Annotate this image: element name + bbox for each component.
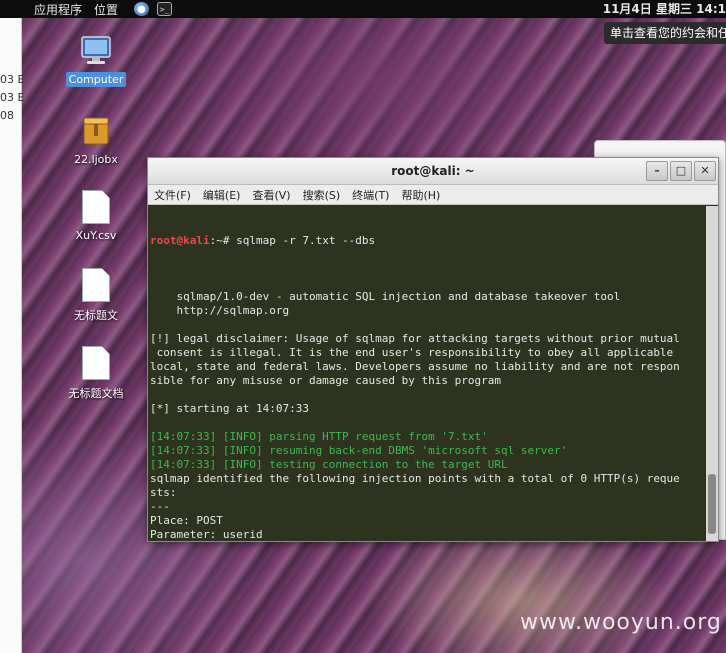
terminal-line: Place: POST: [150, 514, 223, 527]
terminal-line: [14:07:33] [INFO] resuming back-end DBMS…: [150, 444, 568, 457]
prompt-command: :~# sqlmap -r 7.txt --dbs: [209, 234, 376, 247]
archive-file-icon: [83, 117, 109, 145]
desktop-icon-computer[interactable]: Computer: [54, 34, 138, 87]
terminal-line: sible for any misuse or damage caused by…: [150, 374, 501, 387]
document-icon: [82, 268, 110, 302]
desktop-icon-label: 22.ljobx: [74, 153, 118, 166]
list-item: 08: [0, 109, 14, 122]
minimize-button[interactable]: –: [646, 161, 668, 181]
desktop-icon-label: XuY.csv: [75, 229, 117, 242]
maximize-button[interactable]: □: [670, 161, 692, 181]
list-item: 03 E: [0, 91, 25, 104]
desktop-icon-label: Computer: [65, 72, 127, 87]
clock-tooltip: 单击查看您的约会和任: [604, 22, 726, 44]
scrollbar-thumb[interactable]: [708, 474, 716, 534]
applications-menu[interactable]: 应用程序: [0, 1, 90, 18]
desktop-icon-archive[interactable]: 22.ljobx: [54, 114, 138, 167]
terminal-line: sts:: [150, 486, 177, 499]
top-panel: 应用程序 位置 ● >_ 11月4日 星期三 14:1: [0, 0, 726, 18]
watermark: www.wooyun.org: [520, 610, 722, 635]
terminal-line: http://sqlmap.org: [150, 304, 290, 317]
terminal-line: sqlmap identified the following injectio…: [150, 472, 680, 485]
window-title: root@kali: ~: [391, 164, 475, 178]
menu-search[interactable]: 搜索(S): [297, 187, 347, 203]
clock[interactable]: 11月4日 星期三 14:1: [603, 0, 726, 18]
browser-launcher-icon[interactable]: ●: [134, 2, 150, 16]
prompt-user: root@kali: [150, 234, 210, 247]
terminal-line: consent is illegal. It is the end user's…: [150, 346, 674, 359]
terminal-line: [*] starting at 14:07:33: [150, 402, 309, 415]
document-icon: [82, 190, 110, 224]
close-button[interactable]: ✕: [694, 161, 716, 181]
desktop-icon-label: 无标题文档: [68, 387, 124, 400]
terminal-menubar: 文件(F) 编辑(E) 查看(V) 搜索(S) 终端(T) 帮助(H): [148, 185, 718, 205]
terminal-scrollbar[interactable]: [706, 206, 718, 541]
terminal-line: [14:07:33] [INFO] testing connection to …: [150, 458, 508, 471]
desktop-icon-label: 无标题文: [74, 309, 118, 322]
terminal-window[interactable]: root@kali: ~ – □ ✕ 文件(F) 编辑(E) 查看(V) 搜索(…: [147, 157, 719, 542]
terminal-output[interactable]: root@kali:~# sqlmap -r 7.txt --dbs sqlma…: [149, 206, 707, 541]
places-menu[interactable]: 位置: [90, 1, 126, 18]
terminal-line: [!] legal disclaimer: Usage of sqlmap fo…: [150, 332, 680, 345]
desktop-icon-untitled-2[interactable]: 无标题文档: [54, 346, 138, 402]
terminal-line: sqlmap/1.0-dev - automatic SQL injection…: [150, 290, 621, 303]
desktop-icon-csv[interactable]: XuY.csv: [54, 190, 138, 243]
desktop-icon-untitled-1[interactable]: 无标题文: [54, 268, 138, 324]
terminal-line: Parameter: userid: [150, 528, 263, 541]
prompt-line: root@kali:~# sqlmap -r 7.txt --dbs: [150, 234, 707, 248]
terminal-line: [14:07:33] [INFO] parsing HTTP request f…: [150, 430, 488, 443]
terminal-titlebar[interactable]: root@kali: ~ – □ ✕: [148, 158, 718, 185]
menu-terminal[interactable]: 终端(T): [346, 187, 395, 203]
document-icon: [82, 346, 110, 380]
terminal-line: local, state and federal laws. Developer…: [150, 360, 680, 373]
menu-edit[interactable]: 编辑(E): [197, 187, 247, 203]
list-item: 03 E: [0, 73, 25, 86]
window-controls: – □ ✕: [646, 161, 716, 181]
terminal-launcher-icon[interactable]: >_: [157, 2, 173, 16]
background-window-left[interactable]: 03 E 03 E 08: [0, 18, 25, 653]
menu-file[interactable]: 文件(F): [148, 187, 197, 203]
menu-help[interactable]: 帮助(H): [395, 187, 446, 203]
menu-view[interactable]: 查看(V): [246, 187, 296, 203]
terminal-line: ---: [150, 500, 170, 513]
computer-icon: [81, 36, 111, 64]
